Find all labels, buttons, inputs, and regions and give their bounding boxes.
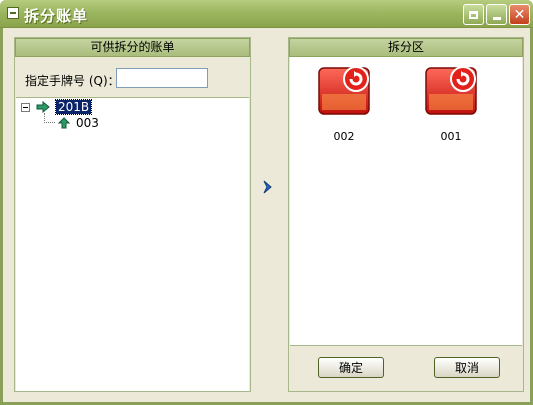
split-zone-panel: 拆分区 002 001 确定 取消 bbox=[288, 37, 524, 392]
available-bills-panel: 可供拆分的账单 指定手牌号 (Q)： 201B 003 bbox=[14, 37, 251, 392]
wristband-number-label: 指定手牌号 (Q)： bbox=[25, 74, 120, 88]
tree-node-root[interactable]: 201B bbox=[54, 99, 93, 115]
bill-tree[interactable]: 201B 003 bbox=[16, 97, 249, 391]
split-bill-window: 拆分账单 ✕ 可供拆分的账单 指定手牌号 (Q)： 201B 003 拆分区 0… bbox=[0, 0, 533, 405]
cancel-button[interactable]: 取消 bbox=[434, 357, 500, 378]
right-arrow-icon bbox=[36, 101, 50, 113]
tree-node-child[interactable]: 003 bbox=[76, 116, 99, 130]
system-menu-icon[interactable] bbox=[7, 7, 19, 19]
move-right-icon[interactable] bbox=[262, 180, 274, 194]
restore-button[interactable] bbox=[463, 4, 484, 25]
split-bill-item[interactable]: 001 bbox=[421, 64, 481, 143]
available-bills-header: 可供拆分的账单 bbox=[15, 38, 250, 57]
close-icon: ✕ bbox=[513, 6, 526, 23]
split-bill-label: 002 bbox=[333, 130, 355, 143]
minimize-icon bbox=[492, 17, 501, 20]
wristband-number-input[interactable] bbox=[116, 68, 208, 88]
split-bill-label: 001 bbox=[440, 130, 462, 143]
close-button[interactable]: ✕ bbox=[509, 4, 530, 25]
bill-red-icon bbox=[425, 66, 477, 115]
split-bill-item[interactable]: 002 bbox=[314, 64, 374, 143]
minimize-button[interactable] bbox=[486, 4, 507, 25]
title-bar[interactable]: 拆分账单 ✕ bbox=[0, 0, 533, 28]
restore-icon bbox=[469, 10, 478, 19]
up-arrow-icon bbox=[57, 117, 71, 129]
confirm-button[interactable]: 确定 bbox=[318, 357, 384, 378]
split-zone-header: 拆分区 bbox=[289, 38, 523, 57]
collapse-toggle-icon[interactable] bbox=[21, 103, 30, 112]
window-title: 拆分账单 bbox=[24, 7, 89, 25]
bill-red-icon bbox=[318, 66, 370, 115]
split-zone-area[interactable]: 002 001 bbox=[290, 57, 522, 346]
tree-connector bbox=[44, 122, 55, 123]
